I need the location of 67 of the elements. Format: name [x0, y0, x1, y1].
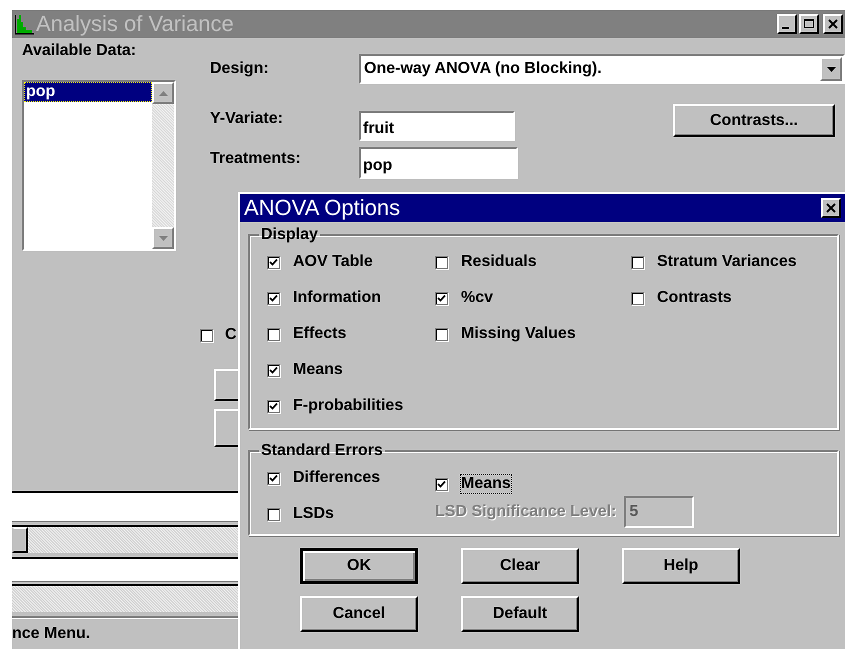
checkbox[interactable]: [267, 472, 280, 484]
checkbox-label: Effects: [293, 325, 346, 343]
field-label: Y-Variate:: [210, 109, 284, 128]
up-arrow-icon: [158, 90, 168, 96]
checkbox-label: Residuals: [461, 253, 537, 271]
checkbox[interactable]: [435, 478, 448, 490]
checkbox-label: LSDs: [293, 505, 334, 523]
checkbox-label: Means: [293, 361, 343, 379]
scrollbar-thumb[interactable]: [12, 527, 28, 553]
input-field[interactable]: fruit: [359, 111, 515, 141]
button[interactable]: Help: [622, 548, 740, 584]
checkbox-label: F-probabilities: [293, 397, 404, 415]
list-box[interactable]: pop: [22, 80, 176, 251]
button[interactable]: Clear: [461, 548, 579, 584]
checkbox-label: Differences: [293, 469, 380, 487]
dropdown-arrow-button[interactable]: [820, 57, 842, 81]
checkbox[interactable]: [200, 328, 213, 342]
window-title: Analysis of Variance: [36, 11, 234, 37]
input-field[interactable]: [12, 491, 238, 522]
close-icon: [828, 19, 838, 29]
checkbox-label: Stratum Variances: [657, 253, 797, 271]
dialog-title: ANOVA Options: [244, 195, 400, 221]
checkbox[interactable]: [435, 292, 448, 304]
down-arrow-icon: [826, 66, 836, 72]
checkbox[interactable]: [435, 256, 448, 268]
checkbox[interactable]: [267, 328, 280, 340]
checkbox[interactable]: [435, 328, 448, 340]
checkbox[interactable]: [631, 292, 644, 304]
button[interactable]: OK: [300, 548, 418, 584]
input-field[interactable]: pop: [359, 147, 518, 179]
list-item[interactable]: pop: [24, 82, 152, 102]
group-title: Standard Errors: [260, 442, 384, 460]
maximize-icon: [804, 19, 814, 29]
checkbox[interactable]: [267, 508, 280, 520]
dropdown[interactable]: One-way ANOVA (no Blocking).: [359, 54, 845, 84]
checkbox-label: Information: [293, 289, 381, 307]
button[interactable]: Default: [461, 596, 579, 632]
scrollbar[interactable]: [152, 82, 174, 249]
checkbox[interactable]: [267, 256, 280, 268]
field-label: Design:: [210, 59, 270, 78]
minimize-icon: [782, 27, 789, 29]
checkbox-label: AOV Table: [293, 253, 373, 271]
status-text: nce Menu.: [12, 624, 90, 642]
checkbox-label: C: [225, 326, 237, 344]
checkbox[interactable]: [267, 364, 280, 376]
scroll-up-button[interactable]: [152, 82, 174, 104]
field-label: Treatments:: [210, 149, 302, 168]
checkbox-label: %cv: [461, 289, 494, 307]
scroll-down-button[interactable]: [152, 227, 174, 249]
checkbox-label: Means: [461, 475, 511, 493]
field-label: Available Data:: [22, 42, 138, 60]
checkbox[interactable]: [267, 292, 280, 304]
scrollbar[interactable]: [12, 584, 238, 612]
down-arrow-icon: [158, 236, 168, 240]
input-field[interactable]: [12, 557, 238, 582]
close-icon: [826, 203, 836, 213]
checkbox-label: Contrasts: [657, 289, 732, 307]
group-title: Display: [260, 226, 319, 244]
checkbox[interactable]: [631, 256, 644, 268]
checkbox-label: Missing Values: [461, 325, 576, 343]
button[interactable]: Cancel: [300, 596, 418, 632]
scrollbar[interactable]: [12, 525, 238, 553]
close-button[interactable]: [821, 198, 841, 218]
field-label: LSD Significance Level:: [435, 503, 616, 521]
histogram-icon: [14, 13, 34, 35]
checkbox[interactable]: [267, 400, 280, 412]
contrasts-button[interactable]: Contrasts...: [673, 104, 835, 137]
